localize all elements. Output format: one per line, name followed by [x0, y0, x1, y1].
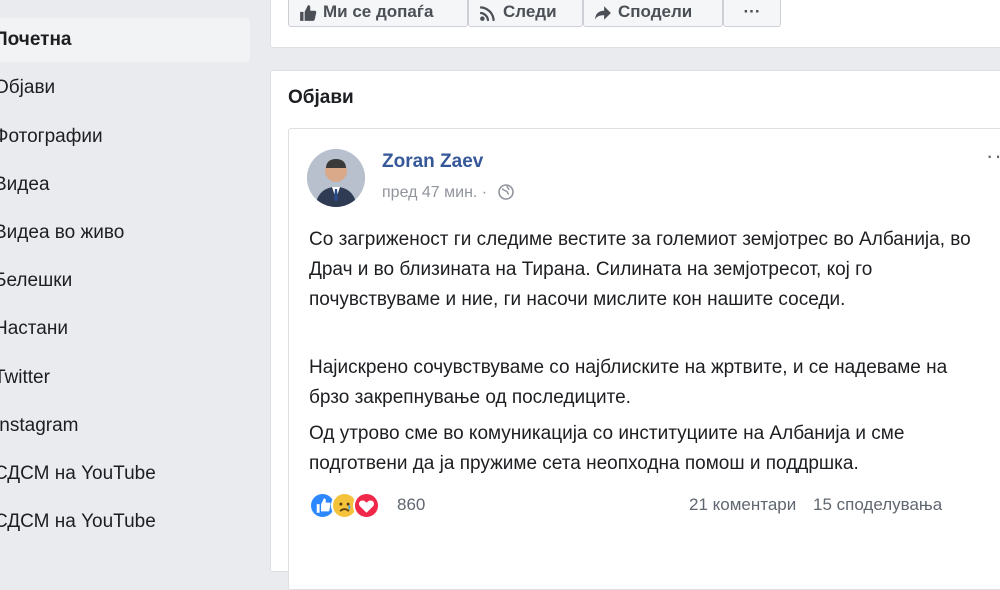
sidebar-item-notes[interactable]: Белешки [0, 259, 250, 303]
share-label: Сподели [618, 2, 693, 21]
posts-section: Објави Zoran Zaev пред 47 мин. · ··· Со … [270, 70, 1000, 590]
share-arrow-icon [595, 5, 611, 20]
post-timestamp[interactable]: пред 47 мин. · [382, 184, 514, 202]
sidebar-item-videos[interactable]: Видеа [0, 163, 250, 207]
post-options-button[interactable]: ··· [986, 143, 1000, 169]
sidebar-item-posts[interactable]: Објави [0, 66, 250, 110]
sidebar-item-events[interactable]: Настани [0, 307, 250, 351]
more-actions-button[interactable]: ··· [723, 0, 781, 27]
post-paragraph-1: Со загриженост ги следиме вестите за гол… [309, 229, 971, 310]
page-actions-bar: Ми се допаѓа Следи Сподели ··· [270, 0, 1000, 48]
share-button[interactable]: Сподели [583, 0, 723, 27]
shares-count-link[interactable]: 15 споделувања [813, 495, 942, 514]
reactions-count: 860 [397, 495, 426, 514]
globe-icon [497, 184, 514, 200]
sidebar-item-youtube-1[interactable]: СДСМ на YouTube [0, 452, 250, 496]
sidebar-item-home[interactable]: Почетна [0, 18, 250, 62]
profile-photo-icon [307, 149, 365, 207]
post-paragraph-2: Најискрено сочувствуваме со најблиските … [309, 357, 948, 408]
post-card: Zoran Zaev пред 47 мин. · ··· Со загриже… [288, 128, 1000, 590]
like-page-button[interactable]: Ми се допаѓа [288, 0, 468, 27]
post-author-name[interactable]: Zoran Zaev [382, 151, 483, 173]
follow-button[interactable]: Следи [468, 0, 583, 27]
sidebar-item-youtube-2[interactable]: СДСМ на YouTube [0, 500, 250, 544]
sidebar-item-photos[interactable]: Фотографии [0, 115, 250, 159]
sidebar-item-twitter[interactable]: Twitter [0, 356, 250, 400]
like-page-label: Ми се допаѓа [323, 2, 434, 21]
rss-icon [480, 5, 495, 21]
post-stats: 21 коментари 15 споделувања [689, 495, 954, 515]
follow-label: Следи [503, 2, 557, 21]
thumbs-up-icon [300, 4, 317, 21]
post-paragraph-3: Од утрово сме во комуникација со институ… [309, 423, 905, 474]
love-reaction-icon [353, 492, 380, 519]
page-sidebar: Почетна Објави Фотографии Видеа Видеа во… [0, 0, 255, 550]
sidebar-item-instagram[interactable]: Instagram [0, 404, 250, 448]
sidebar-item-live-videos[interactable]: Видеа во живо [0, 211, 250, 255]
post-time-text: пред 47 мин. · [382, 184, 488, 201]
comments-count-link[interactable]: 21 коментари [689, 495, 796, 514]
author-avatar[interactable] [307, 149, 365, 207]
posts-section-title: Објави [288, 87, 354, 108]
